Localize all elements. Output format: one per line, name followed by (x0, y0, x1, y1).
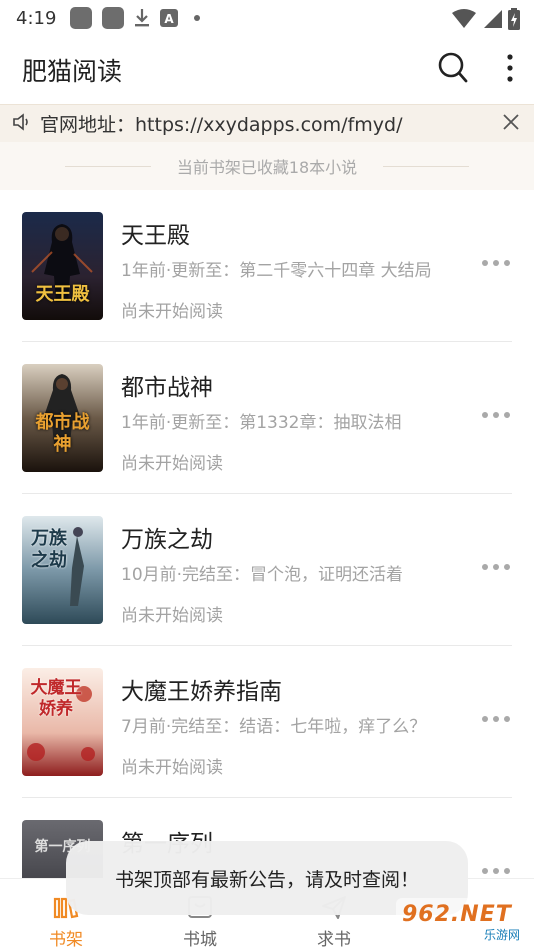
reading-progress: 尚未开始阅读 (121, 606, 223, 626)
signal-icon (482, 9, 502, 33)
list-item[interactable]: 大魔王娇养 大魔王娇养指南 7月前·完结至：结语：七年啦，痒了么？ 尚未开始阅读 (0, 646, 534, 798)
status-time: 4:19 (16, 7, 57, 29)
status-bar: 4:19 A (0, 0, 534, 36)
page-title: 肥猫阅读 (22, 57, 123, 86)
app-notification-icon (102, 7, 125, 29)
more-options-icon[interactable] (482, 868, 510, 874)
reading-progress: 尚未开始阅读 (121, 302, 223, 322)
book-update: 1年前·更新至：第1332章：抽取法相 (121, 413, 402, 433)
app-bar: 肥猫阅读 (0, 36, 534, 104)
cover-title: 大魔王娇养 (30, 678, 82, 719)
list-item[interactable]: 都市战神 都市战神 1年前·更新至：第1332章：抽取法相 尚未开始阅读 (0, 342, 534, 494)
watermark-subtext: 乐游网 (483, 928, 520, 942)
reading-progress: 尚未开始阅读 (121, 454, 223, 474)
book-update: 10月前·完结至：冒个泡，证明还活着 (121, 565, 404, 585)
book-list: 天王殿 天王殿 1年前·更新至：第二千零六十四章 大结局 尚未开始阅读 都市战神… (0, 190, 534, 950)
system-icons (452, 8, 520, 34)
more-options-icon[interactable] (482, 260, 510, 266)
list-item[interactable]: 天王殿 天王殿 1年前·更新至：第二千零六十四章 大结局 尚未开始阅读 (0, 190, 534, 342)
battery-icon (508, 8, 520, 34)
speaker-icon (12, 112, 32, 135)
more-options-icon[interactable] (482, 716, 510, 722)
book-cover: 都市战神 (22, 364, 103, 472)
book-cover: 大魔王娇养 (22, 668, 103, 776)
reading-progress: 尚未开始阅读 (121, 758, 223, 778)
more-options-icon[interactable] (482, 412, 510, 418)
shelf-count-text: 当前书架已收藏18本小说 (176, 158, 358, 177)
wifi-icon (452, 9, 476, 33)
watermark-logo: 962.NET 乐游网 (396, 894, 528, 946)
cover-title: 都市战神 (35, 412, 90, 455)
app-actions (438, 52, 514, 88)
announcement-text: 官网地址：https://xxydapps.com/fmyd/ (40, 114, 403, 136)
tab-label: 书城 (183, 930, 217, 950)
book-cover: 天王殿 (22, 212, 103, 320)
toast-text: 书架顶部有最新公告，请及时查阅！ (114, 868, 419, 891)
book-title: 大魔王娇养指南 (121, 679, 282, 705)
a-icon: A (160, 9, 179, 27)
search-icon[interactable] (438, 52, 468, 88)
book-update: 1年前·更新至：第二千零六十四章 大结局 (121, 261, 432, 281)
app-notification-icon (70, 7, 93, 29)
cover-title: 万族之劫 (31, 528, 67, 571)
tab-label: 求书 (317, 930, 351, 950)
cover-title: 天王殿 (35, 284, 90, 305)
book-title: 都市战神 (121, 375, 213, 401)
book-title: 天王殿 (121, 223, 190, 249)
divider (64, 165, 151, 167)
notification-icons: A (70, 7, 201, 29)
book-cover: 万族之劫 (22, 516, 103, 624)
tab-label: 书架 (49, 930, 83, 950)
more-notifications-dot (194, 15, 201, 21)
list-item[interactable]: 万族之劫 万族之劫 10月前·完结至：冒个泡，证明还活着 尚未开始阅读 (0, 494, 534, 646)
shelf-count-banner: 当前书架已收藏18本小说 (0, 142, 534, 190)
more-options-icon[interactable] (482, 564, 510, 570)
book-title: 万族之劫 (121, 527, 213, 553)
close-icon[interactable] (502, 113, 520, 135)
announcement-bar[interactable]: 官网地址：https://xxydapps.com/fmyd/ (0, 104, 534, 142)
divider (383, 165, 470, 167)
watermark-text: 962.NET (402, 902, 512, 927)
book-update: 7月前·完结至：结语：七年啦，痒了么？ (121, 717, 427, 737)
download-icon (134, 8, 150, 28)
more-menu-icon[interactable] (506, 52, 514, 88)
svg-text:A: A (165, 12, 175, 26)
